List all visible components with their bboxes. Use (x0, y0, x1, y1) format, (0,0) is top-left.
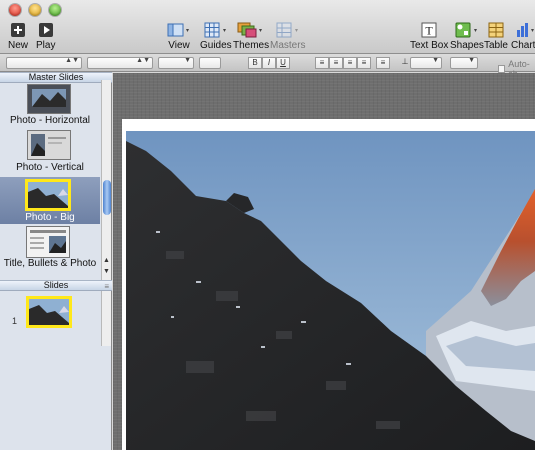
master-photo-vertical[interactable]: Photo - Vertical (0, 130, 100, 176)
vertical-align-icon: ≡ (380, 58, 386, 67)
align-center-button[interactable]: ≡ (329, 57, 343, 69)
align-center-icon: ≡ (333, 58, 339, 67)
master-thumbnail (26, 226, 70, 258)
table-label: Table (484, 40, 508, 51)
themes-button[interactable]: Themes (233, 22, 269, 51)
font-family-popup[interactable]: ▲▼ (87, 57, 153, 69)
align-right-button[interactable]: ≡ (343, 57, 357, 69)
charts-label: Charts (511, 40, 535, 51)
master-thumbnail (27, 84, 71, 114)
slide-item[interactable]: 1 (0, 294, 100, 330)
masters-icon (276, 22, 300, 38)
slide-page[interactable] (122, 119, 535, 450)
themes-icon (237, 22, 265, 38)
slide-canvas[interactable] (113, 73, 535, 450)
justify-button[interactable]: ≡ (357, 57, 371, 69)
guides-button[interactable]: Guides (200, 22, 232, 51)
columns-popup[interactable]: ▼ (450, 57, 478, 69)
master-label: Photo - Vertical (16, 162, 84, 173)
slides-header-label: Slides (43, 280, 69, 290)
slides-header: Slides ≡ (0, 280, 112, 291)
guides-label: Guides (200, 40, 232, 51)
text-box-button[interactable]: T Text Box (410, 22, 448, 51)
masters-label: Masters (270, 40, 306, 51)
mountain-photo[interactable] (126, 131, 535, 450)
master-title-bullets-photo[interactable]: Title, Bullets & Photo (0, 226, 100, 282)
slide-number: 1 (12, 316, 18, 326)
themes-label: Themes (233, 40, 270, 51)
view-label: View (168, 40, 190, 51)
textbox-icon: T (421, 22, 437, 38)
paragraph-style-popup[interactable]: ▲▼ (6, 57, 82, 69)
line-spacing-popup[interactable]: ▼ (410, 57, 442, 69)
scroll-up-icon[interactable]: ▲ (103, 257, 110, 264)
text-box-label: Text Box (410, 40, 449, 51)
underline-button[interactable]: U (276, 57, 290, 69)
shapes-button[interactable]: Shapes (450, 22, 484, 51)
table-button[interactable]: Table (484, 22, 508, 51)
popup-arrow-icon: ▼ (468, 57, 475, 64)
minimize-window-button[interactable] (29, 4, 41, 16)
masters-scroll-track[interactable]: ▲ ▼ (101, 80, 111, 280)
popup-arrow-icon: ▼ (432, 57, 439, 64)
textbox-icon-glyph: T (426, 24, 434, 38)
master-photo-big[interactable]: Photo - Big (0, 177, 100, 224)
align-right-icon: ≡ (347, 58, 353, 67)
window-controls (9, 4, 61, 16)
resize-grip-icon[interactable]: ≡ (104, 282, 109, 291)
new-button[interactable]: New (8, 22, 28, 51)
bold-button[interactable]: B (248, 57, 262, 69)
scroll-down-icon[interactable]: ▼ (103, 268, 110, 275)
font-size-field[interactable]: ▼ (158, 57, 194, 69)
masters-scroll-knob[interactable] (103, 180, 111, 215)
plus-icon (10, 22, 26, 38)
checkbox-box[interactable] (498, 65, 506, 73)
close-window-button[interactable] (9, 4, 21, 16)
masters-button: Masters (270, 22, 306, 51)
new-label: New (8, 40, 29, 51)
align-left-button[interactable]: ≡ (315, 57, 329, 69)
text-color-well[interactable] (199, 57, 221, 69)
popup-arrow-icon: ▼ (184, 57, 191, 64)
view-icon (167, 22, 191, 38)
shapes-label: Shapes (450, 40, 484, 51)
justify-icon: ≡ (361, 58, 367, 67)
zoom-window-button[interactable] (49, 4, 61, 16)
master-label: Title, Bullets & Photo (3, 258, 97, 269)
play-label: Play (36, 40, 56, 51)
slide-thumbnail (26, 296, 72, 328)
vertical-align-button[interactable]: ≡ (376, 57, 390, 69)
popup-arrow-icon: ▲▼ (65, 57, 79, 64)
slide-navigator: Master Slides Photo - Horizontal Photo -… (0, 72, 112, 450)
master-thumbnail (27, 130, 71, 160)
play-button[interactable]: Play (36, 22, 55, 51)
master-label: Photo - Horizontal (9, 115, 91, 126)
view-button[interactable]: View (167, 22, 191, 51)
master-label: Photo - Big (25, 212, 75, 223)
bar-chart-icon (515, 22, 535, 38)
play-icon (38, 22, 54, 38)
charts-button[interactable]: Charts (511, 22, 535, 51)
grid-icon (204, 22, 228, 38)
master-thumbnail (25, 179, 71, 211)
master-slides-header: Master Slides (0, 72, 112, 83)
master-photo-horizontal[interactable]: Photo - Horizontal (0, 84, 100, 128)
format-bar: ▲▼ ▲▼ ▼ B I U ≡ ≡ ≡ ≡ ≡ ⊥ ▼ ▼ (0, 54, 535, 72)
table-icon (488, 22, 504, 38)
window-toolbar: New Play View Guides Themes Masters T Te… (0, 0, 535, 54)
italic-button[interactable]: I (262, 57, 276, 69)
align-left-icon: ≡ (319, 58, 325, 67)
popup-arrow-icon: ▲▼ (136, 57, 150, 64)
shapes-icon (455, 22, 479, 38)
